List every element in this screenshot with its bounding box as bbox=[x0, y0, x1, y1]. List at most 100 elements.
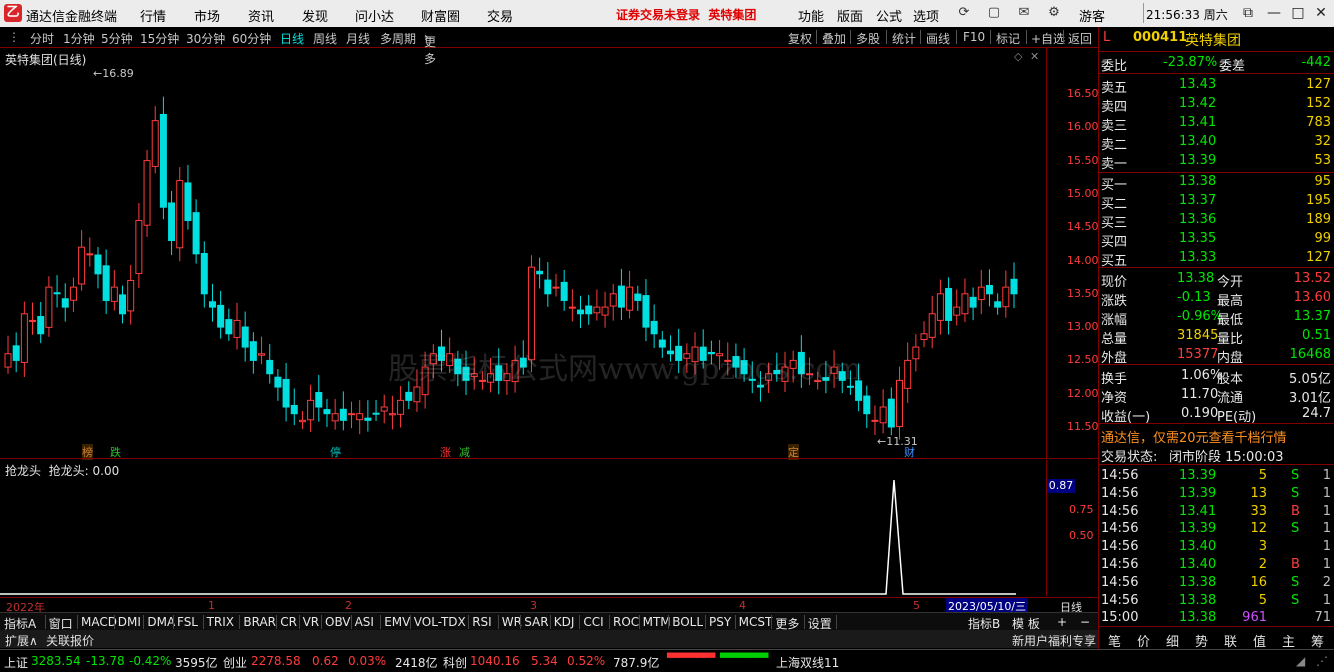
indicator-tab[interactable]: FSL bbox=[177, 615, 198, 629]
bid-row[interactable]: 买五 13.33 127 bbox=[1099, 249, 1334, 269]
indicator-tab[interactable]: ASI bbox=[355, 615, 374, 629]
quote-tab[interactable]: 主 bbox=[1282, 631, 1295, 650]
close-icon[interactable]: ✕ bbox=[1311, 3, 1331, 23]
bid-row[interactable]: 买二 13.37 195 bbox=[1099, 192, 1334, 212]
quote-tab[interactable]: 势 bbox=[1195, 631, 1208, 650]
ad-row[interactable]: 通达信，仅需20元查看千档行情 bbox=[1099, 426, 1334, 446]
candlestick-chart[interactable] bbox=[0, 48, 1046, 458]
ask-row[interactable]: 卖五 13.43 127 bbox=[1099, 76, 1334, 96]
period-multi[interactable]: 多周期 bbox=[380, 30, 416, 47]
menu-market[interactable]: 市场 bbox=[194, 6, 220, 25]
panel-divider[interactable] bbox=[0, 458, 1098, 459]
fund-value: 24.7 bbox=[1302, 406, 1331, 421]
menu-quotes[interactable]: 行情 bbox=[140, 6, 166, 25]
tool-add-watchlist[interactable]: +自选 bbox=[1031, 30, 1065, 47]
indicator-tab[interactable]: BRAR bbox=[243, 615, 276, 629]
quote-tab[interactable]: 价 bbox=[1137, 631, 1150, 650]
tool-draw[interactable]: 画线 bbox=[926, 30, 950, 47]
period-weekly[interactable]: 周线 bbox=[313, 30, 337, 47]
window-icon[interactable]: ▢ bbox=[983, 4, 1005, 22]
indicator-tab[interactable]: CCI bbox=[583, 615, 603, 629]
tool-back[interactable]: 返回 bbox=[1068, 30, 1092, 47]
bid-row[interactable]: 买三 13.36 189 bbox=[1099, 211, 1334, 231]
menu-ask[interactable]: 问小达 bbox=[355, 6, 394, 25]
kc-index-label[interactable]: 科创 bbox=[443, 654, 467, 671]
menu-function[interactable]: 功能 bbox=[798, 6, 824, 25]
indicator-tab[interactable]: PSY bbox=[709, 615, 731, 629]
ask-row[interactable]: 卖四 13.42 152 bbox=[1099, 95, 1334, 115]
settings-icon[interactable]: ⚙ bbox=[1043, 4, 1065, 22]
zoom-out-button[interactable]: − bbox=[1080, 615, 1090, 629]
quote-tab[interactable]: 值 bbox=[1253, 631, 1266, 650]
tool-adjust[interactable]: 复权 bbox=[788, 30, 812, 47]
candle-body bbox=[364, 417, 372, 421]
menu-formula[interactable]: 公式 bbox=[876, 6, 902, 25]
indicator-tab[interactable]: MACD bbox=[81, 615, 117, 629]
indicator-tab[interactable]: RSI bbox=[472, 615, 492, 629]
indicator-tab[interactable]: KDJ bbox=[554, 615, 575, 629]
maximize-icon[interactable]: □ bbox=[1288, 3, 1308, 23]
tool-f10[interactable]: F10 bbox=[963, 30, 985, 44]
indicator-tab[interactable]: SAR bbox=[524, 615, 548, 629]
message-icon[interactable]: ✉ bbox=[1013, 4, 1035, 22]
indicator-tab[interactable]: EMV bbox=[384, 615, 410, 629]
indicator-panel[interactable]: 抢龙头 抢龙头: 0.00 bbox=[0, 460, 1046, 596]
ask-row[interactable]: 卖一 13.39 53 bbox=[1099, 152, 1334, 172]
ask-row[interactable]: 卖三 13.41 783 bbox=[1099, 114, 1334, 134]
menu-options[interactable]: 选项 bbox=[913, 6, 939, 25]
bid-row[interactable]: 买四 13.35 99 bbox=[1099, 230, 1334, 250]
period-more[interactable]: 更多 › bbox=[424, 30, 436, 66]
period-60min[interactable]: 60分钟 bbox=[232, 30, 271, 47]
new-user-benefit-link[interactable]: 新用户福利专享 bbox=[1012, 632, 1096, 649]
indicator-tab[interactable]: WR bbox=[502, 615, 522, 629]
menu-discover[interactable]: 发现 bbox=[302, 6, 328, 25]
menu-wealth[interactable]: 财富圈 bbox=[421, 6, 460, 25]
tool-overlay[interactable]: 叠加 bbox=[822, 30, 846, 47]
tool-multi-stock[interactable]: 多股 bbox=[856, 30, 880, 47]
quote-tab[interactable]: 笔 bbox=[1108, 631, 1121, 650]
menu-trade[interactable]: 交易 bbox=[487, 6, 513, 25]
candle-body bbox=[895, 379, 903, 428]
cy-index-label[interactable]: 创业 bbox=[223, 654, 247, 671]
period-intraday[interactable]: 分时 bbox=[30, 30, 54, 47]
stock-name[interactable]: 英特集团 bbox=[1185, 30, 1241, 50]
sh-index-label[interactable]: 上证 bbox=[4, 654, 28, 671]
indicator-tab[interactable]: MTM bbox=[643, 615, 671, 629]
refresh-icon[interactable]: ⟳ bbox=[953, 4, 975, 22]
quote-tab[interactable]: 细 bbox=[1166, 631, 1179, 650]
indicator-tab[interactable]: DMA bbox=[147, 615, 175, 629]
ask-row[interactable]: 卖二 13.40 32 bbox=[1099, 133, 1334, 153]
restore-icon[interactable]: ⧉ bbox=[1238, 3, 1258, 23]
period-1min[interactable]: 1分钟 bbox=[63, 30, 95, 47]
indicator-tab[interactable]: OBV bbox=[325, 615, 351, 629]
expand-button[interactable]: 扩展∧ bbox=[5, 632, 38, 649]
quote-tab[interactable]: 联 bbox=[1224, 631, 1237, 650]
indicator-tab[interactable]: BOLL bbox=[672, 615, 703, 629]
quote-tab[interactable]: 筹 bbox=[1311, 631, 1324, 650]
indicator-tab[interactable]: ROC bbox=[613, 615, 639, 629]
tool-mark[interactable]: 标记 bbox=[996, 30, 1020, 47]
ad-text[interactable]: 通达信，仅需20元查看千档行情 bbox=[1101, 427, 1287, 446]
related-quotes-button[interactable]: 关联报价 bbox=[46, 632, 94, 649]
user-name[interactable]: 游客 bbox=[1079, 6, 1105, 25]
indicator-tab[interactable]: VOL-TDX bbox=[414, 615, 466, 629]
menu-news[interactable]: 资讯 bbox=[248, 6, 274, 25]
zoom-in-button[interactable]: + bbox=[1057, 615, 1067, 629]
indicator-tab[interactable]: MCST bbox=[739, 615, 773, 629]
bid-row[interactable]: 买一 13.38 95 bbox=[1099, 173, 1334, 193]
stock-code[interactable]: 000411 bbox=[1133, 30, 1187, 45]
period-30min[interactable]: 30分钟 bbox=[186, 30, 225, 47]
period-15min[interactable]: 15分钟 bbox=[140, 30, 179, 47]
menu-layout[interactable]: 版面 bbox=[837, 6, 863, 25]
indicator-tab[interactable]: DMI bbox=[118, 615, 141, 629]
minimize-icon[interactable]: — bbox=[1264, 3, 1284, 23]
tool-stats[interactable]: 统计 bbox=[892, 30, 916, 47]
indicator-tab[interactable]: TRIX bbox=[207, 615, 234, 629]
connection-line[interactable]: 上海双线11 bbox=[776, 654, 839, 671]
indicator-tab[interactable]: CR bbox=[280, 615, 297, 629]
period-5min[interactable]: 5分钟 bbox=[101, 30, 133, 47]
price-chart[interactable]: 英特集团(日线) ◇ ✕ 股票指标公式网www.gpzbgs.com ←16.8… bbox=[0, 48, 1046, 460]
indicator-tab[interactable]: VR bbox=[303, 615, 320, 629]
period-monthly[interactable]: 月线 bbox=[346, 30, 370, 47]
period-daily[interactable]: 日线 bbox=[280, 30, 304, 47]
